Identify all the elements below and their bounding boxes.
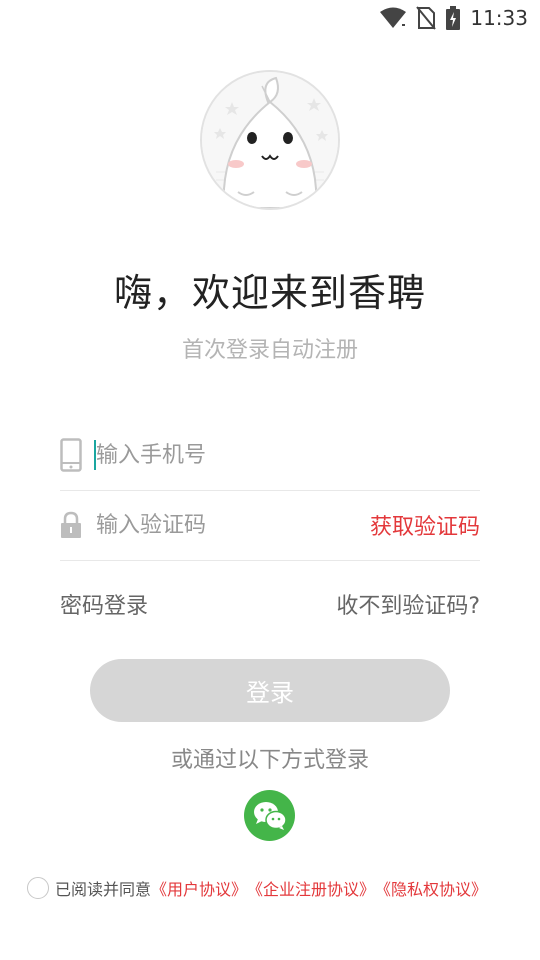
no-code-help-link[interactable]: 收不到验证码? (336, 588, 480, 620)
code-field-row: 获取验证码 (60, 490, 480, 561)
status-bar: 11:33 (0, 0, 540, 36)
no-sim-icon (416, 6, 437, 30)
alt-login-label: 或通过以下方式登录 (170, 748, 369, 773)
login-options-row: 密码登录 收不到验证码? (60, 588, 480, 620)
verification-code-input[interactable] (95, 512, 370, 538)
enterprise-agreement-link[interactable]: 《企业注册协议》 (247, 876, 375, 900)
phone-input[interactable] (96, 442, 480, 468)
wechat-login-button[interactable] (244, 790, 295, 841)
status-time: 11:33 (470, 6, 528, 30)
agreement-row: 已阅读并同意 《用户协议》 《企业注册协议》 《隐私权协议》 (27, 874, 520, 902)
get-code-button[interactable]: 获取验证码 (370, 509, 480, 541)
battery-charging-icon (446, 6, 461, 30)
password-login-link[interactable]: 密码登录 (60, 588, 148, 620)
avatar (200, 70, 340, 210)
wifi-icon (380, 7, 407, 29)
cartoon-avatar-icon (202, 72, 338, 208)
agreement-checkbox[interactable] (27, 877, 49, 899)
wechat-icon (253, 801, 287, 830)
welcome-title: 嗨，欢迎来到香聘 (113, 271, 426, 315)
privacy-agreement-link[interactable]: 《隐私权协议》 (375, 876, 487, 900)
phone-field-row (60, 420, 480, 491)
login-button[interactable]: 登录 (90, 659, 450, 722)
lock-icon (60, 511, 96, 539)
phone-icon (60, 438, 96, 472)
user-agreement-link[interactable]: 《用户协议》 (151, 876, 247, 900)
welcome-subtitle: 首次登录自动注册 (181, 338, 358, 363)
agreement-prefix: 已阅读并同意 (55, 880, 152, 899)
